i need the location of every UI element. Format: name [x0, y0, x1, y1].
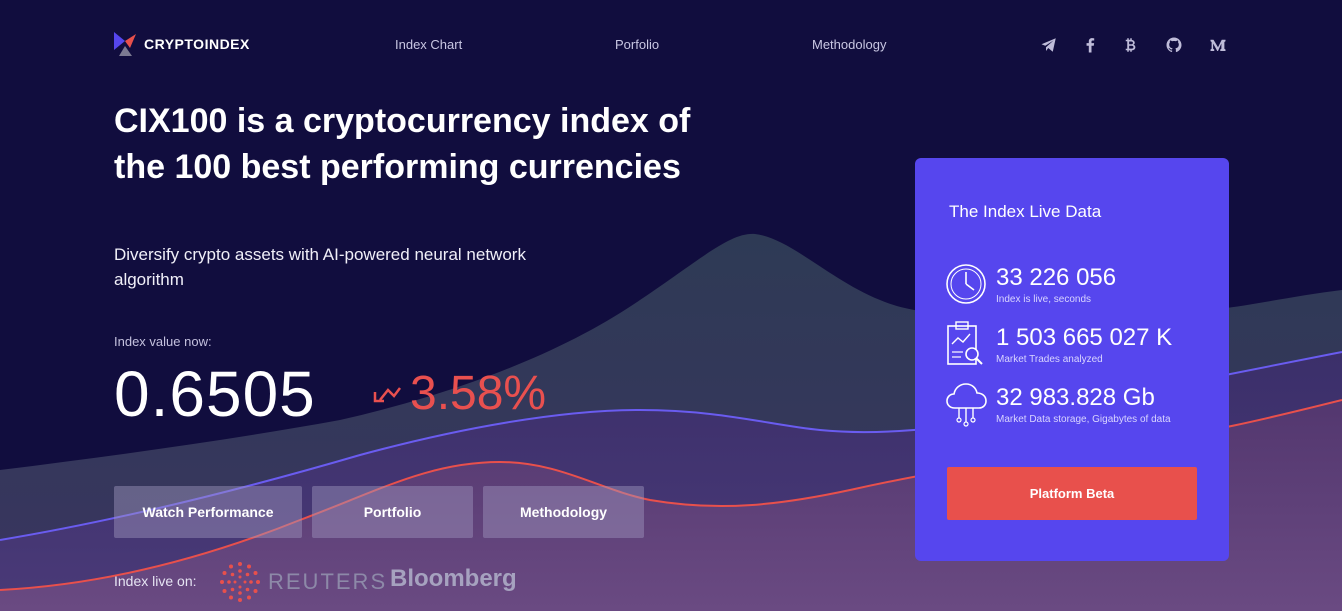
reuters-wordmark: REUTERS	[268, 569, 388, 594]
portfolio-button[interactable]: Portfolio	[312, 486, 473, 538]
nav-link-methodology[interactable]: Methodology	[812, 37, 886, 52]
live-data-title: The Index Live Data	[949, 202, 1102, 221]
bitcoin-icon[interactable]	[1120, 34, 1142, 56]
stat-label: Index is live, seconds	[996, 294, 1092, 305]
stat-value: 1 503 665 027 K	[996, 324, 1173, 351]
methodology-button[interactable]: Methodology	[483, 486, 644, 538]
stat-uptime: 33 226 056 Index is live, seconds	[945, 260, 1215, 310]
reuters-dots-icon	[220, 562, 260, 602]
clipboard-chart-icon	[947, 321, 983, 365]
brand-logo[interactable]: CRYPTOINDEX	[114, 32, 250, 56]
bloomberg-logo[interactable]: Bloomberg	[390, 565, 517, 593]
stat-value: 33 226 056	[996, 264, 1117, 291]
nav-link-portfolio[interactable]: Porfolio	[615, 37, 659, 52]
trend-down-arrow-icon	[373, 387, 401, 403]
hero-title: CIX100 is a cryptocurrency index of the …	[114, 102, 691, 186]
clock-icon	[946, 264, 986, 304]
github-icon[interactable]	[1163, 34, 1185, 56]
telegram-icon[interactable]	[1038, 34, 1060, 56]
nav-link-index-chart[interactable]: Index Chart	[395, 37, 462, 52]
hero-subtitle: Diversify crypto assets with AI-powered …	[114, 245, 526, 289]
stat-label: Market Trades analyzed	[996, 354, 1103, 365]
cloud-data-icon	[946, 383, 987, 427]
top-nav: CRYPTOINDEX Index Chart Porfolio Methodo…	[0, 0, 1342, 90]
stat-label: Market Data storage, Gigabytes of data	[996, 414, 1171, 425]
stat-storage: 32 983.828 Gb Market Data storage, Gigab…	[945, 380, 1215, 430]
cryptoindex-logo-icon	[114, 32, 136, 56]
watch-performance-button[interactable]: Watch Performance	[114, 486, 302, 538]
brand-name: CRYPTOINDEX	[144, 36, 250, 52]
index-change: 3.58%	[372, 362, 546, 426]
stat-value: 32 983.828 Gb	[996, 384, 1155, 411]
live-data-card: The Index Live Data 33 226 056 Index is …	[915, 158, 1229, 561]
index-change-value: 3.58%	[410, 367, 547, 420]
facebook-icon[interactable]	[1079, 34, 1101, 56]
hero: CIX100 is a cryptocurrency index of the …	[114, 98, 734, 190]
press-label: Index live on:	[114, 573, 197, 589]
platform-beta-button[interactable]: Platform Beta	[947, 467, 1197, 520]
reuters-logo[interactable]: REUTERS	[218, 560, 387, 604]
stat-trades: 1 503 665 027 K Market Trades analyzed	[945, 320, 1215, 370]
index-value-label: Index value now:	[114, 334, 212, 349]
index-value: 0.6505	[114, 358, 316, 430]
medium-icon[interactable]	[1207, 34, 1229, 56]
